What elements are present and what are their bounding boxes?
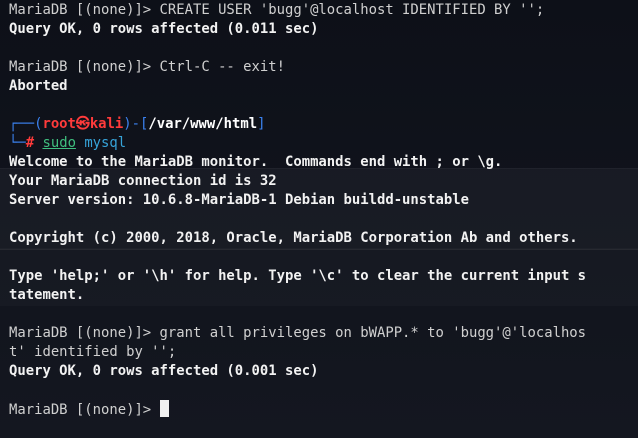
terminal-line-ctrl-c: MariaDB [(none)]> Ctrl-C -- exit! (9, 59, 285, 75)
terminal-line-grant-1: MariaDB [(none)]> grant all privileges o… (9, 325, 587, 341)
prompt-path: /var/www/html (148, 116, 258, 132)
terminal-line-grant-2: t' identified by ''; (9, 344, 177, 360)
shell-prompt-line: ┌──(root㉿kali)-[/var/www/html] (9, 115, 265, 134)
prompt-corner: ┌──( (9, 116, 43, 132)
terminal-line-query-ok-2: Query OK, 0 rows affected (0.001 sec) (9, 363, 319, 379)
terminal-line-help-1: Type 'help;' or '\h' for help. Type '\c'… (9, 268, 587, 284)
terminal-line-welcome: Welcome to the MariaDB monitor. Commands… (9, 154, 503, 170)
command-mysql: mysql (84, 135, 127, 151)
prompt-symbol: ㉿ (75, 116, 90, 132)
prompt-host: kali (89, 116, 124, 132)
terminal-line-create-user: MariaDB [(none)]> CREATE USER 'bugg'@loc… (9, 2, 545, 18)
prompt-hash: # (25, 135, 35, 151)
text-cursor (159, 400, 169, 417)
prompt-corner-bottom: └─ (9, 135, 26, 151)
terminal-line-query-ok-1: Query OK, 0 rows affected (0.011 sec) (9, 21, 319, 37)
prompt-bracket-close: ] (257, 116, 266, 132)
terminal-line-aborted: Aborted (9, 78, 68, 94)
terminal-line-server-version: Server version: 10.6.8-MariaDB-1 Debian … (9, 192, 469, 208)
terminal-line-copyright: Copyright (c) 2000, 2018, Oracle, MariaD… (9, 230, 578, 246)
mariadb-prompt: MariaDB [(none)]> (9, 402, 160, 418)
shell-command-line: └─# sudo mysql (9, 134, 126, 153)
command-sudo: sudo (42, 135, 76, 151)
terminal-line-connection-id: Your MariaDB connection id is 32 (9, 173, 277, 189)
terminal-window[interactable]: MariaDB [(none)]> CREATE USER 'bugg'@loc… (0, 0, 638, 438)
terminal-line-help-2: tatement. (9, 287, 85, 303)
prompt-user: root (42, 116, 76, 132)
terminal-input-line[interactable]: MariaDB [(none)]> (9, 400, 169, 419)
prompt-bracket: )-[ (123, 116, 149, 132)
